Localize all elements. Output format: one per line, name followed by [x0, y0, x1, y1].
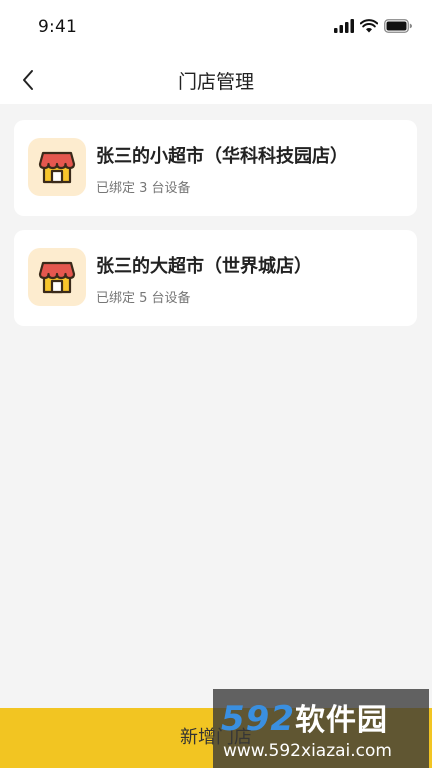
wifi-icon — [360, 19, 378, 33]
store-icon — [28, 248, 86, 306]
status-icons — [334, 18, 412, 34]
watermark-brand: 软件园 — [294, 703, 388, 738]
navigation-bar: 门店管理 — [0, 56, 432, 104]
watermark-number: 592 — [221, 699, 295, 739]
shop-icon — [38, 261, 76, 294]
store-icon — [28, 138, 86, 196]
watermark-logo: 592软件园 — [221, 695, 388, 739]
watermark: 592软件园 www.592xiazai.com — [213, 689, 429, 768]
battery-icon — [384, 19, 412, 33]
status-time: 9:41 — [38, 17, 77, 37]
store-card-1[interactable]: 张三的小超市（华科科技园店） 已绑定 3 台设备 — [14, 120, 417, 216]
page-title: 门店管理 — [177, 71, 254, 93]
watermark-url: www.592xiazai.com — [223, 741, 392, 761]
store-device-count: 已绑定 5 台设备 — [96, 291, 191, 306]
store-name: 张三的大超市（世界城店） — [96, 256, 312, 277]
store-card-2[interactable]: 张三的大超市（世界城店） 已绑定 5 台设备 — [14, 230, 417, 326]
status-bar: 9:41 — [0, 0, 432, 56]
shop-icon — [38, 151, 76, 184]
cellular-signal-icon — [334, 19, 354, 33]
store-name: 张三的小超市（华科科技园店） — [96, 146, 348, 167]
store-device-count: 已绑定 3 台设备 — [96, 181, 191, 196]
